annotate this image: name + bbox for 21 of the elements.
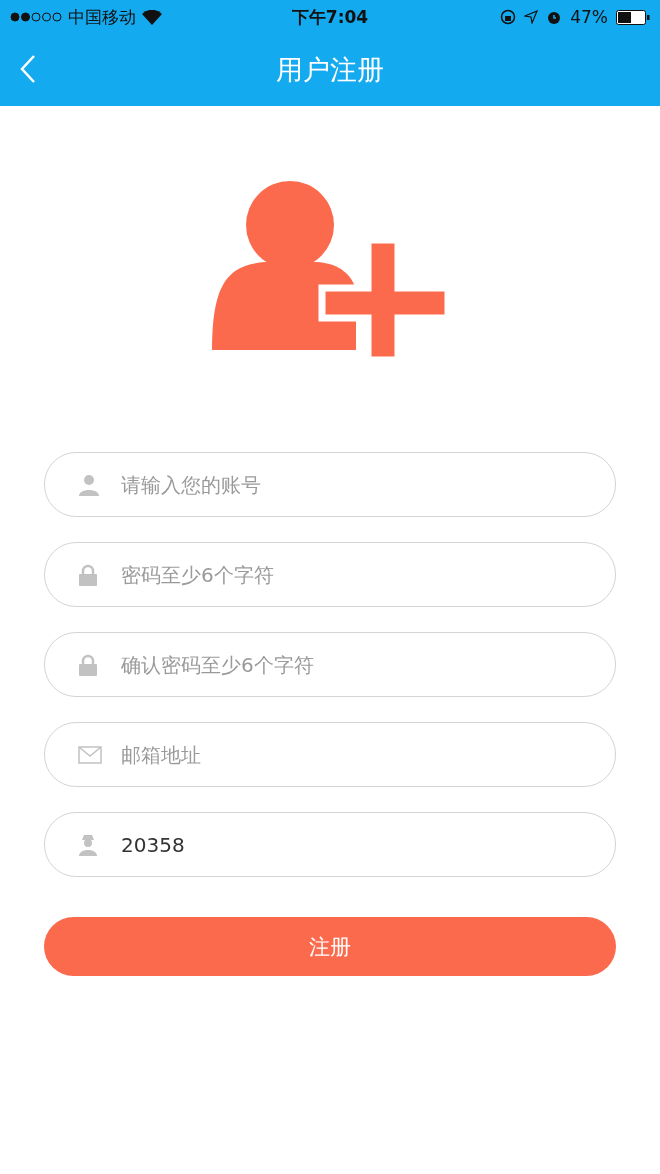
status-time: 下午7:04 xyxy=(291,5,369,29)
battery-icon xyxy=(616,9,650,25)
battery-percent: 47% xyxy=(570,7,608,27)
lock-icon xyxy=(78,563,98,586)
mail-icon xyxy=(78,745,102,764)
input-field[interactable]: 密码至少6个字符 xyxy=(44,542,616,607)
signal-icon xyxy=(10,12,62,22)
user-icon xyxy=(78,473,100,496)
carrier-name: 中国移动 xyxy=(68,5,136,29)
input-field[interactable]: 请输入您的账号 xyxy=(44,452,616,517)
agent-icon xyxy=(78,833,98,856)
wifi-icon xyxy=(142,9,162,25)
location-icon xyxy=(524,10,539,24)
page-title: 用户注册 xyxy=(276,53,384,87)
input-field[interactable]: 邮箱地址 xyxy=(44,722,616,787)
input-field[interactable]: 20358 xyxy=(44,812,616,877)
lock-icon xyxy=(78,653,98,676)
input-field[interactable]: 确认密码至少6个字符 xyxy=(44,632,616,697)
rotation-lock-icon xyxy=(500,9,517,25)
back-icon[interactable] xyxy=(20,54,36,84)
alarm-icon xyxy=(546,9,563,25)
